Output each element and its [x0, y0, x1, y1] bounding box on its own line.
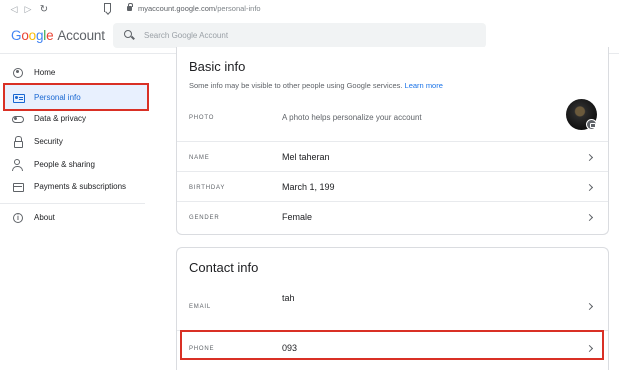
avatar[interactable] — [566, 99, 597, 130]
basic-info-card: Basic info Some info may be visible to o… — [176, 47, 609, 235]
basic-info-subtitle: Some info may be visible to other people… — [189, 81, 443, 90]
camera-icon[interactable] — [586, 119, 597, 130]
logo-letter: o — [21, 28, 29, 43]
sidebar-item-label: Payments & subscriptions — [34, 182, 127, 191]
personal-info-icon — [13, 92, 25, 104]
forward-arrow-icon[interactable]: ▷ — [22, 3, 34, 15]
logo-letter: e — [46, 28, 54, 43]
search-box[interactable]: Search Google Account — [113, 23, 486, 48]
search-icon — [124, 30, 132, 38]
secure-lock-icon — [127, 3, 133, 11]
email-row[interactable]: EMAIL tah — [177, 282, 608, 330]
chevron-right-icon — [585, 183, 594, 192]
email-value: tah — [282, 293, 295, 303]
logo-letter: G — [11, 28, 22, 43]
search-input[interactable]: Search Google Account — [144, 31, 228, 40]
sidebar-item-people-sharing[interactable]: People & sharing — [0, 154, 150, 176]
page: ◁ ▷ ↻ myaccount.google.com/personal-info… — [0, 0, 619, 370]
gender-label: GENDER — [189, 215, 220, 221]
bookmark-icon[interactable] — [104, 3, 111, 12]
sidebar-item-about[interactable]: i About — [0, 207, 150, 229]
info-icon: i — [12, 212, 24, 224]
birthday-row[interactable]: BIRTHDAY March 1, 199 — [177, 171, 608, 201]
contact-info-title: Contact info — [189, 260, 259, 275]
sidebar-nav: Home Personal info Data & privacy Securi… — [0, 54, 160, 370]
google-account-logo[interactable]: Google Account — [11, 28, 105, 43]
logo-letter: o — [28, 28, 37, 43]
back-arrow-icon[interactable]: ◁ — [8, 3, 20, 15]
sidebar-item-data-privacy[interactable]: Data & privacy — [0, 108, 150, 130]
address-bar-url[interactable]: myaccount.google.com/personal-info — [138, 4, 261, 13]
sidebar-item-label: People & sharing — [34, 160, 95, 169]
photo-row[interactable]: PHOTO A photo helps personalize your acc… — [177, 95, 608, 139]
sidebar-item-personal-info[interactable]: Personal info — [3, 83, 149, 111]
sidebar-item-security[interactable]: Security — [0, 131, 150, 153]
photo-label: PHOTO — [189, 115, 215, 121]
chevron-right-icon — [585, 213, 594, 222]
sidebar-item-home[interactable]: Home — [0, 62, 150, 84]
gender-row[interactable]: GENDER Female — [177, 201, 608, 231]
learn-more-link[interactable]: Learn more — [405, 81, 443, 90]
subtitle-text: Some info may be visible to other people… — [189, 81, 403, 90]
photo-hint: A photo helps personalize your account — [282, 113, 422, 122]
name-value: Mel taheran — [282, 152, 330, 162]
reload-icon[interactable]: ↻ — [38, 3, 50, 15]
sidebar-item-label: About — [34, 213, 55, 222]
chevron-right-icon — [585, 153, 594, 162]
sidebar-divider — [0, 203, 145, 204]
lock-icon — [12, 135, 24, 148]
sidebar-item-label: Home — [34, 68, 56, 77]
card-icon — [12, 181, 24, 193]
name-label: NAME — [189, 155, 210, 161]
basic-info-title: Basic info — [189, 59, 246, 74]
email-label: EMAIL — [189, 304, 212, 310]
logo-suffix: Account — [57, 28, 105, 43]
birthday-label: BIRTHDAY — [189, 185, 226, 191]
home-icon — [12, 67, 24, 79]
gender-value: Female — [282, 212, 313, 222]
browser-toolbar: ◁ ▷ ↻ myaccount.google.com/personal-info — [0, 0, 619, 18]
chevron-right-icon — [585, 302, 594, 311]
toggle-icon — [12, 113, 24, 125]
people-icon — [12, 159, 24, 171]
url-path: /personal-info — [215, 4, 261, 13]
sidebar-item-payments[interactable]: Payments & subscriptions — [0, 176, 150, 198]
sidebar-item-label: Data & privacy — [34, 114, 87, 123]
birthday-value: March 1, 199 — [282, 182, 335, 192]
phone-highlight-box — [180, 330, 604, 360]
sidebar-item-label: Personal info — [34, 93, 81, 102]
sidebar-item-label: Security — [34, 137, 63, 146]
name-row[interactable]: NAME Mel taheran — [177, 141, 608, 171]
url-domain: myaccount.google.com — [138, 4, 216, 13]
